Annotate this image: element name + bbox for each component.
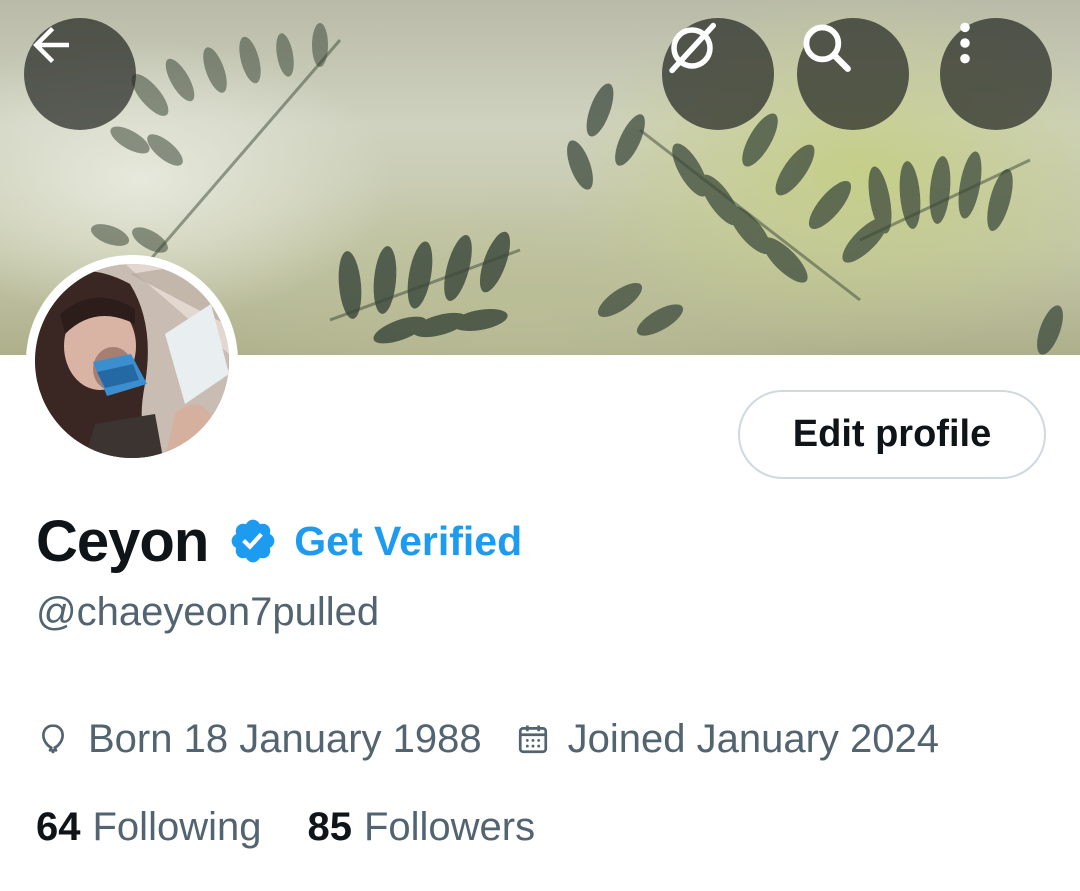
edit-profile-button[interactable]: Edit profile [738,390,1046,479]
name-row: Ceyon Get Verified [36,506,522,576]
profile-page: Edit profile Ceyon Get Verified @chaeyeo… [0,0,1080,891]
more-vertical-icon [960,22,970,64]
back-button[interactable] [24,18,136,130]
following-link[interactable]: 64 Following [36,805,261,850]
verified-badge-glyph [231,519,275,563]
search-button[interactable] [797,18,909,130]
joined-text: Joined January 2024 [567,716,940,761]
birthday-text: Born 18 January 1988 [88,716,482,761]
arrow-left-icon [33,27,69,63]
followers-link[interactable]: 85 Followers [307,805,535,850]
verified-badge-icon[interactable] [228,516,278,566]
calendar-icon [518,725,547,754]
grok-icon [669,22,716,74]
birthday-item: Born 18 January 1988 [36,717,482,762]
avatar-photo [35,264,229,458]
user-handle: @chaeyeon7pulled [36,590,380,634]
following-count: 64 [36,804,81,849]
joined-item: Joined January 2024 [516,717,939,762]
follow-stats: 64 Following 85 Followers [36,800,535,854]
get-verified-link[interactable]: Get Verified [294,518,522,565]
followers-label: Followers [363,804,536,849]
balloon-icon [42,724,64,754]
followers-count: 85 [307,804,352,849]
following-label: Following [92,804,262,849]
grok-button[interactable] [662,18,774,130]
profile-meta: Born 18 January 1988 Joined January 2024 [36,712,939,766]
avatar-photo-artwork [35,264,229,458]
more-options-button[interactable] [940,18,1052,130]
display-name: Ceyon [36,508,209,574]
search-icon [803,24,851,72]
profile-avatar[interactable] [26,255,238,467]
